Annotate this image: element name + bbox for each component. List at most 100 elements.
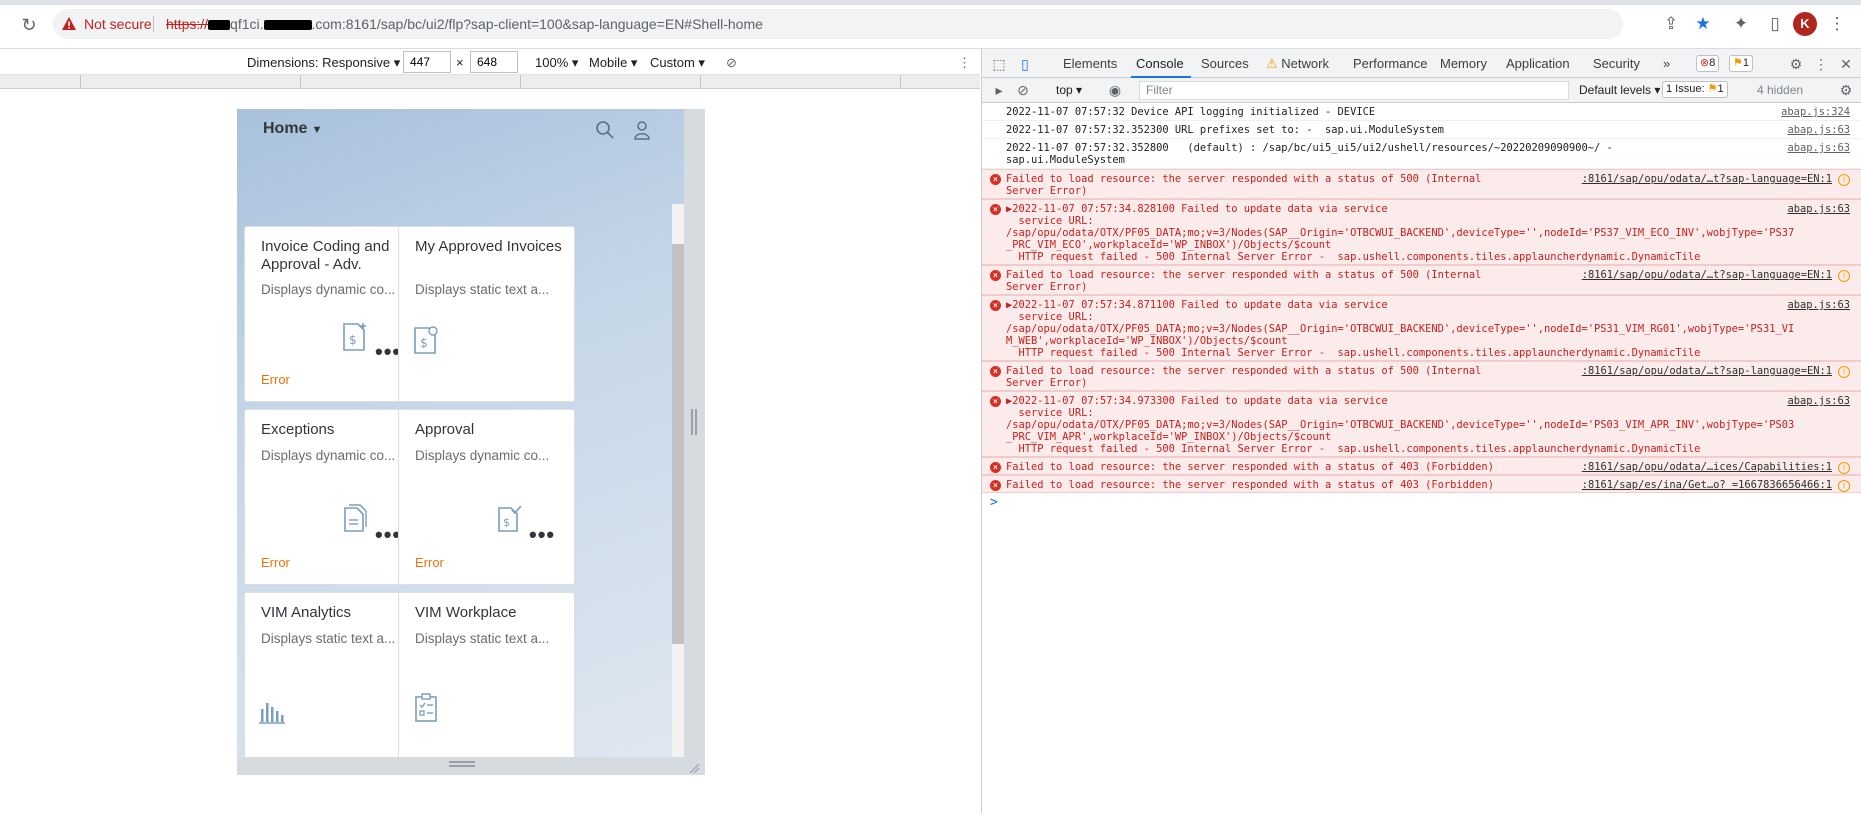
- console-source-link[interactable]: :8161/sap/opu/odata/…t?sap-language=EN:1: [1582, 365, 1832, 377]
- console-source-link[interactable]: abap.js:63: [1787, 395, 1850, 407]
- tile-vim-analytics[interactable]: VIM Analytics Displays static text a...: [244, 592, 421, 757]
- warning-count-badge[interactable]: ⚑1: [1729, 55, 1753, 72]
- invoice-approve-icon: $: [498, 505, 522, 532]
- console-error-row[interactable]: × Failed to load resource: the server res…: [982, 169, 1861, 199]
- close-icon[interactable]: ✕: [1837, 55, 1855, 73]
- tile-vim-workplace[interactable]: VIM Workplace Displays static text a...: [398, 592, 575, 757]
- media-query-ruler[interactable]: [0, 75, 980, 89]
- width-input[interactable]: [403, 51, 451, 73]
- console-log-row[interactable]: 2022-11-07 07:57:32.352300 URL prefixes …: [982, 121, 1861, 139]
- issues-button[interactable]: 1 Issue: ⚑1: [1662, 81, 1728, 98]
- tab-sources[interactable]: Sources: [1201, 56, 1249, 71]
- error-icon: ×: [990, 270, 1001, 281]
- device-frame: Home ▼ Invoice Coding and Approval - Adv.…: [237, 109, 705, 775]
- reload-icon[interactable]: ↻: [18, 14, 40, 36]
- console-message: Failed to load resource: the server resp…: [1006, 461, 1494, 473]
- device-menu-icon[interactable]: ⋮: [958, 55, 971, 71]
- tab-elements[interactable]: Elements: [1063, 56, 1117, 71]
- tile-my-approved-invoices[interactable]: My Approved Invoices Displays static tex…: [398, 226, 575, 402]
- tab-security[interactable]: Security: [1593, 56, 1640, 71]
- console-source-link[interactable]: abap.js:63: [1787, 124, 1850, 136]
- extensions-icon[interactable]: ✦: [1730, 13, 1752, 35]
- issue-hint-icon[interactable]: i: [1838, 270, 1850, 282]
- console-error-row[interactable]: × Failed to load resource: the server res…: [982, 361, 1861, 391]
- error-icon: ×: [990, 396, 1001, 407]
- address-bar[interactable]: Not secure https:// qf1ci. .com:8161/sap/b…: [53, 9, 1623, 39]
- ruler-tick: [900, 75, 901, 89]
- console-settings-icon[interactable]: ⚙: [1837, 81, 1855, 99]
- scrollbar-thumb[interactable]: [672, 244, 684, 644]
- url-text[interactable]: https:// qf1ci. .com:8161/sap/bc/ui2/flp?s…: [166, 16, 763, 32]
- console-source-link[interactable]: abap.js:63: [1787, 203, 1850, 215]
- console-toolbar: ▸ ⊘ top ▾ ◉ Filter Default levels ▾ 1 Is…: [982, 78, 1861, 103]
- settings-gear-icon[interactable]: ⚙: [1787, 55, 1805, 73]
- tile-exceptions[interactable]: Exceptions Displays dynamic co... ••• Er…: [244, 409, 421, 585]
- tile-subtitle: Displays static text a...: [261, 631, 396, 646]
- tab-memory[interactable]: Memory: [1440, 56, 1487, 71]
- viewport-scrollbar[interactable]: [672, 204, 684, 757]
- eye-icon[interactable]: ◉: [1106, 81, 1124, 99]
- tile-invoice-coding[interactable]: Invoice Coding and Approval - Adv. Displ…: [244, 226, 421, 402]
- bookmark-star-icon[interactable]: ★: [1692, 13, 1714, 35]
- filter-input[interactable]: Filter: [1139, 81, 1569, 100]
- height-input[interactable]: [470, 51, 518, 73]
- user-icon[interactable]: [632, 120, 652, 140]
- home-menu[interactable]: Home ▼: [263, 120, 322, 138]
- tile-subtitle: Displays dynamic co...: [261, 282, 396, 297]
- devtools-tabbar: ⬚ ▯ Elements Console Sources ⚠ Network P…: [982, 49, 1861, 78]
- console-source-link[interactable]: :8161/sap/opu/odata/…t?sap-language=EN:1: [1582, 269, 1832, 281]
- console-source-link[interactable]: abap.js:324: [1781, 106, 1850, 118]
- inspect-element-icon[interactable]: ⬚: [990, 55, 1008, 73]
- console-log-row[interactable]: 2022-11-07 07:57:32 Device API logging i…: [982, 103, 1861, 121]
- console-error-row[interactable]: × ▶2022-11-07 07:57:34.871100 Failed to u…: [982, 295, 1861, 361]
- console-source-link[interactable]: :8161/sap/es/ina/Get…o? =1667836656466:1: [1582, 479, 1832, 491]
- tab-network[interactable]: ⚠ Network: [1266, 56, 1329, 72]
- search-icon[interactable]: [595, 120, 615, 140]
- side-panel-icon[interactable]: ▯: [1764, 13, 1786, 35]
- console-error-row[interactable]: × Failed to load resource: the server res…: [982, 265, 1861, 295]
- issue-hint-icon[interactable]: i: [1838, 462, 1850, 474]
- issue-hint-icon[interactable]: i: [1838, 366, 1850, 378]
- security-label[interactable]: Not secure: [84, 16, 152, 32]
- issue-hint-icon[interactable]: i: [1838, 480, 1850, 492]
- device-toggle-icon[interactable]: ▯: [1016, 55, 1034, 73]
- resize-handle-corner[interactable]: [688, 762, 700, 774]
- more-options-icon[interactable]: •••: [529, 522, 555, 548]
- shell-bar: Home ▼: [237, 109, 684, 151]
- tile-approval[interactable]: Approval Displays dynamic co... $ ••• Er…: [398, 409, 575, 585]
- tab-performance[interactable]: Performance: [1353, 56, 1427, 71]
- log-levels-select[interactable]: Default levels ▾: [1579, 83, 1660, 97]
- issue-hint-icon[interactable]: i: [1838, 174, 1850, 186]
- tab-console[interactable]: Console: [1136, 56, 1184, 71]
- console-error-row[interactable]: × Failed to load resource: the server res…: [982, 475, 1861, 493]
- console-source-link[interactable]: abap.js:63: [1787, 142, 1850, 154]
- console-log-row[interactable]: 2022-11-07 07:57:32.352800 (default) : /…: [982, 139, 1861, 169]
- console-error-row[interactable]: × Failed to load resource: the server res…: [982, 457, 1861, 475]
- console-prompt[interactable]: >: [990, 495, 998, 510]
- more-tabs-icon[interactable]: »: [1663, 56, 1670, 71]
- kebab-menu-icon[interactable]: ⋮: [1826, 13, 1848, 35]
- share-icon[interactable]: ⇪: [1660, 13, 1682, 35]
- console-source-link[interactable]: :8161/sap/opu/odata/…t?sap-language=EN:1: [1582, 173, 1832, 185]
- throttle-select[interactable]: Mobile ▾: [589, 55, 637, 71]
- console-output[interactable]: 2022-11-07 07:57:32 Device API logging i…: [982, 103, 1861, 813]
- console-message: 2022-11-07 07:57:32 Device API logging i…: [1006, 106, 1376, 118]
- console-source-link[interactable]: :8161/sap/opu/odata/…ices/Capabilities:1: [1582, 461, 1832, 473]
- profile-avatar[interactable]: K: [1793, 12, 1817, 36]
- zoom-select[interactable]: 100% ▾: [535, 55, 578, 71]
- error-count-badge[interactable]: ⊗8: [1696, 55, 1720, 72]
- custom-select[interactable]: Custom ▾: [650, 55, 705, 71]
- console-error-row[interactable]: × ▶2022-11-07 07:57:34.828100 Failed to u…: [982, 199, 1861, 265]
- context-select[interactable]: top ▾: [1056, 83, 1082, 97]
- tile-title: Exceptions: [261, 421, 335, 438]
- clear-console-icon[interactable]: ⊘: [1014, 81, 1032, 99]
- resize-handle-right[interactable]: [691, 409, 697, 435]
- console-error-row[interactable]: × ▶2022-11-07 07:57:34.973300 Failed to u…: [982, 391, 1861, 457]
- kebab-menu-icon[interactable]: ⋮: [1812, 55, 1830, 73]
- console-source-link[interactable]: abap.js:63: [1787, 299, 1850, 311]
- resize-handle-bottom[interactable]: [449, 761, 475, 767]
- dimensions-select[interactable]: Dimensions: Responsive ▾: [247, 55, 400, 71]
- tab-application[interactable]: Application: [1506, 56, 1570, 71]
- sidebar-toggle-icon[interactable]: ▸: [990, 81, 1008, 99]
- rotate-disabled-icon[interactable]: ⊘: [726, 55, 737, 71]
